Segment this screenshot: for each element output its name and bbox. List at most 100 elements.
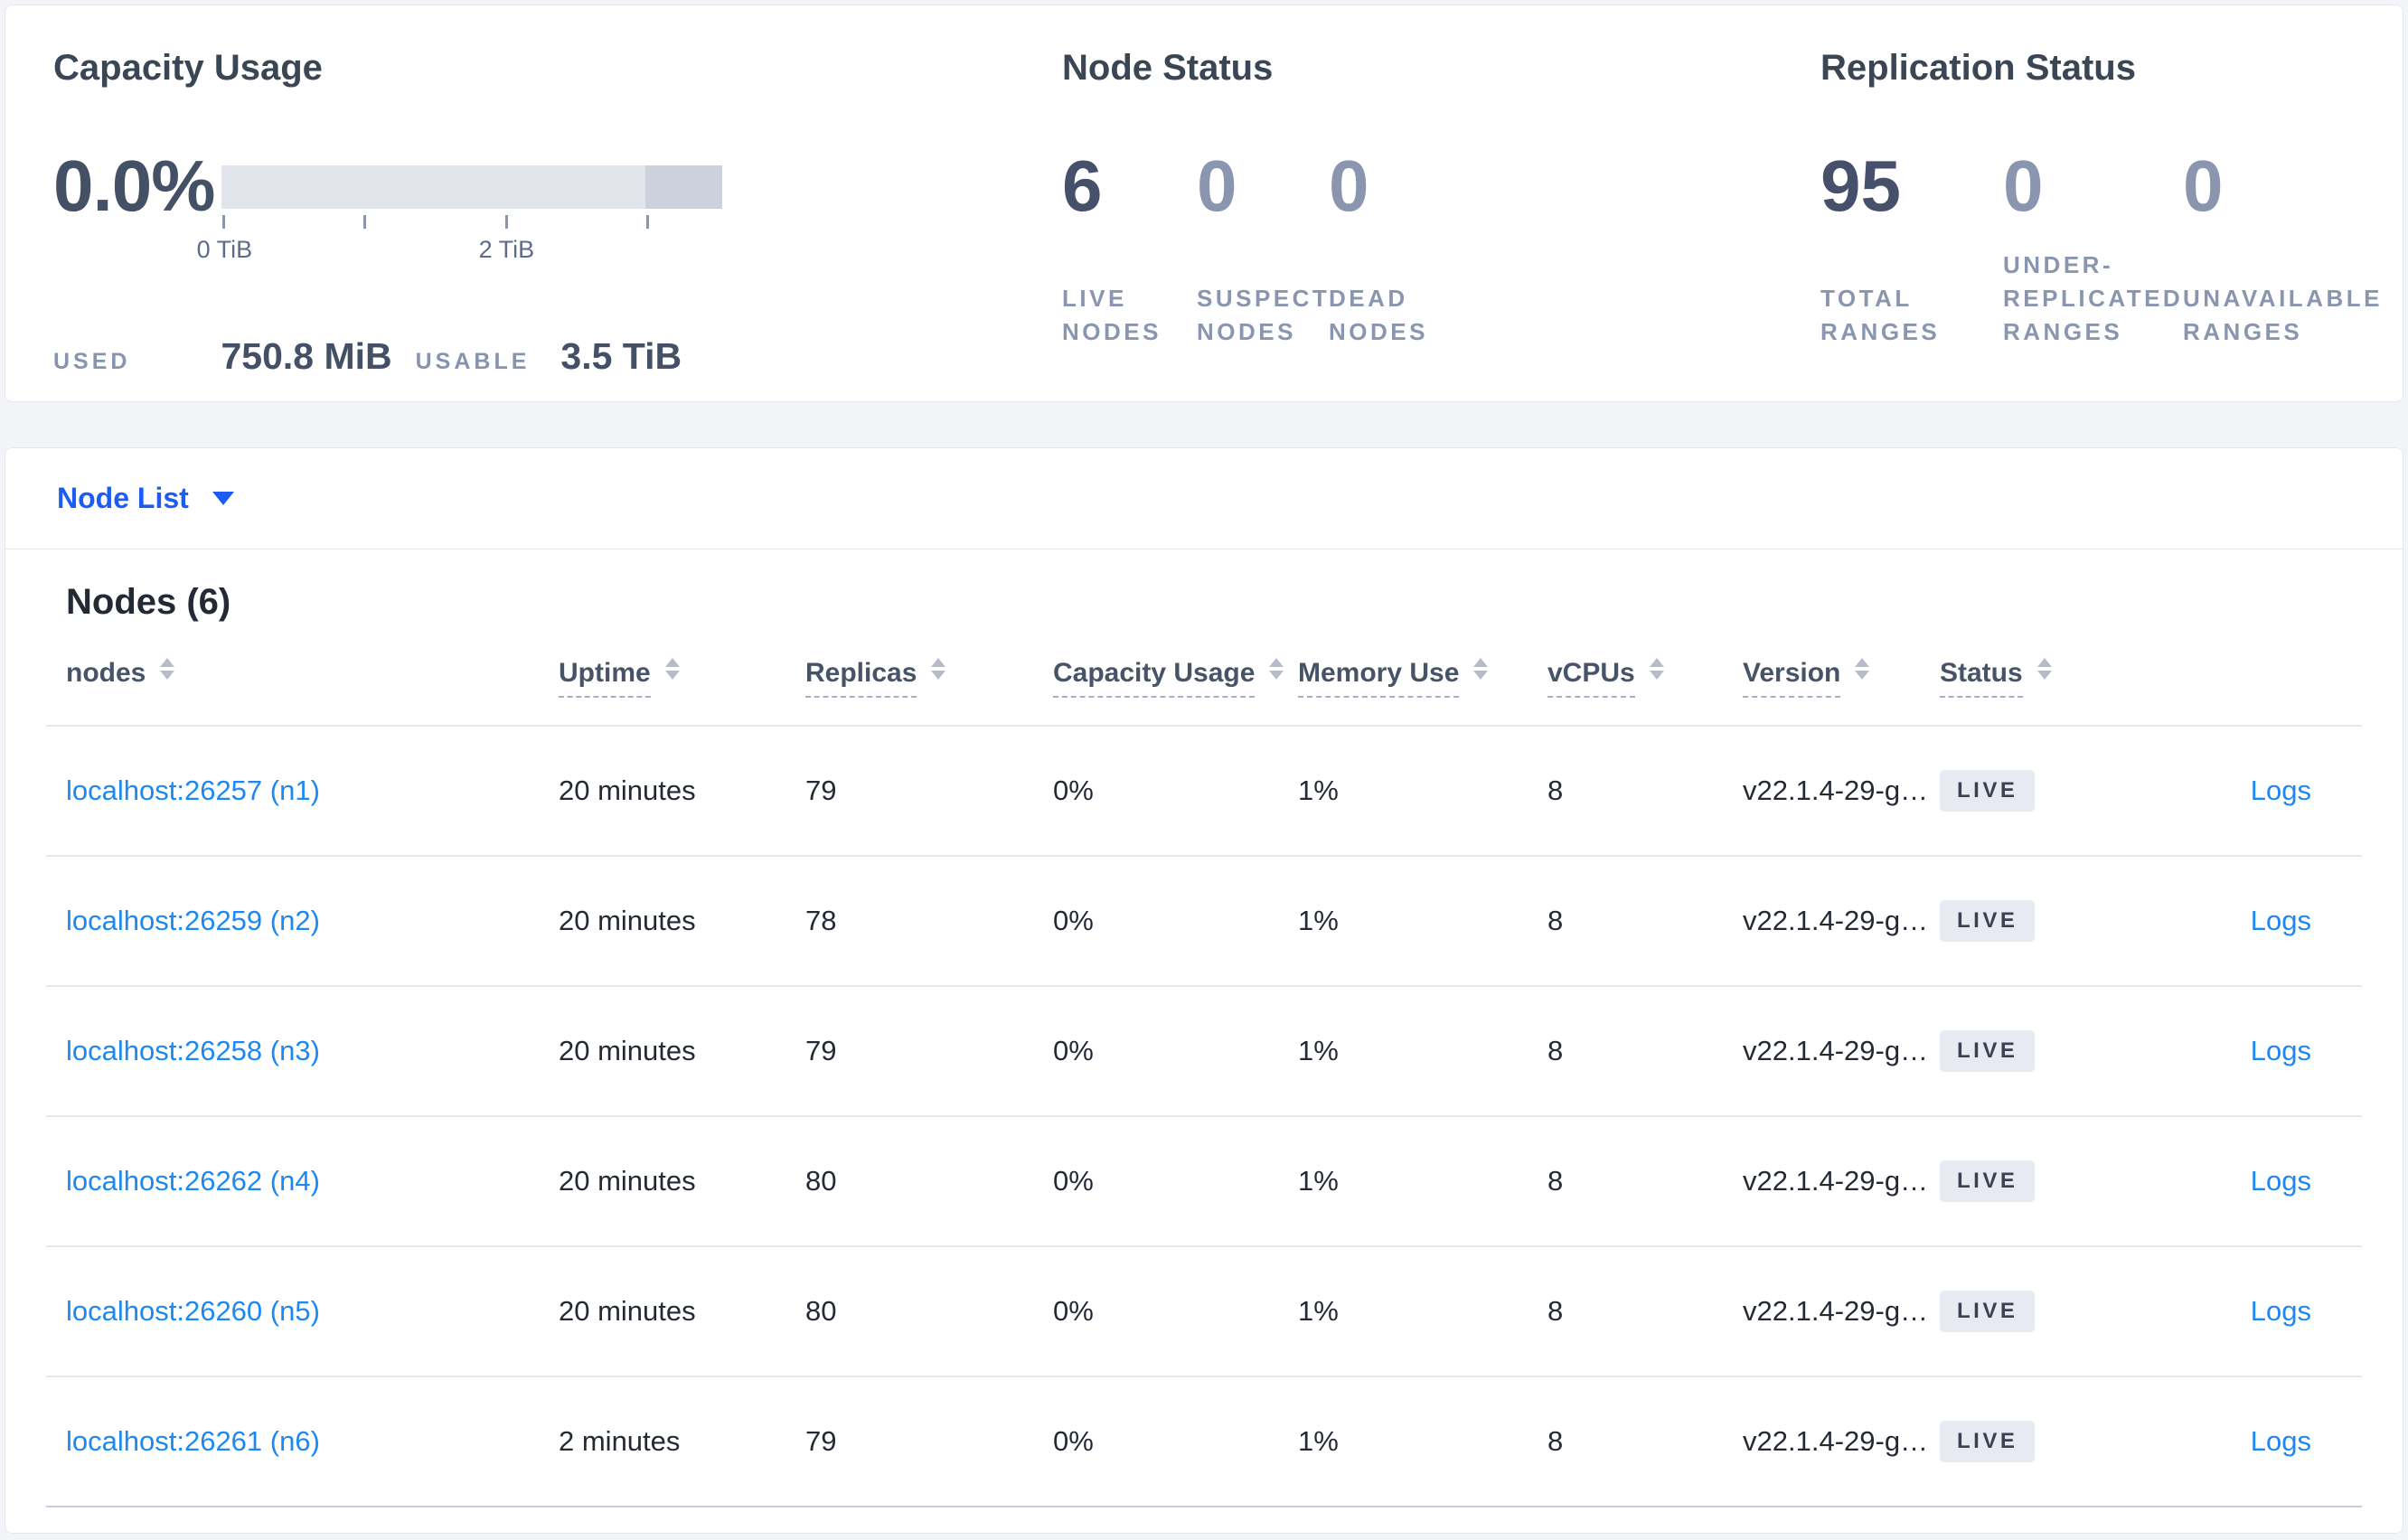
uptime-cell: 20 minutes <box>559 1035 696 1066</box>
node-link[interactable]: localhost:26261 (n6) <box>66 1425 320 1457</box>
logs-link[interactable]: Logs <box>2251 1295 2311 1327</box>
column-header[interactable]: Capacity Usage <box>1053 658 1298 698</box>
status-cell: LIVE <box>1940 1030 2157 1072</box>
node-status-section: Node Status 6 LIVE NODES 0 SUSPECT NODES… <box>1062 47 1428 349</box>
version-cell: v22.1.4-29-g… <box>1743 905 1929 936</box>
axis-tick-label: 2 TiB <box>478 236 535 263</box>
vcpus-cell: 8 <box>1547 775 1564 806</box>
table-row: localhost:26262 (n4) 20 minutes 80 0% 1%… <box>46 1117 2362 1247</box>
nodes-section-heading: Nodes (6) <box>66 582 231 622</box>
logs-link[interactable]: Logs <box>2251 775 2311 806</box>
live-status-badge: LIVE <box>1940 1030 2036 1072</box>
capacity-usage-cell: 0% <box>1053 1165 1094 1197</box>
nodes-panel: Nodes (6) nodes Uptime Replicas Capacity… <box>5 549 2403 1507</box>
replicas-cell: 79 <box>805 1425 837 1457</box>
column-header[interactable]: nodes <box>66 658 559 698</box>
version-cell: v22.1.4-29-g… <box>1743 1165 1929 1197</box>
uptime-cell: 20 minutes <box>559 1295 696 1327</box>
table-row: localhost:26260 (n5) 20 minutes 80 0% 1%… <box>46 1247 2362 1377</box>
capacity-bar-track <box>221 165 723 209</box>
capacity-bar-nonusable-segment <box>645 165 723 209</box>
logs-link[interactable]: Logs <box>2251 1165 2311 1197</box>
usable-label: USABLE <box>415 349 531 374</box>
node-link[interactable]: localhost:26257 (n1) <box>66 775 320 806</box>
uptime-cell: 20 minutes <box>559 1165 696 1197</box>
replicas-cell: 79 <box>805 775 837 806</box>
live-status-badge: LIVE <box>1940 1291 2036 1332</box>
column-header-label: nodes <box>66 658 146 688</box>
logs-link[interactable]: Logs <box>2251 1035 2311 1066</box>
memory-use-cell: 1% <box>1298 1035 1339 1066</box>
sort-icon <box>1269 658 1284 681</box>
column-header[interactable]: Replicas <box>805 658 1053 698</box>
node-link[interactable]: localhost:26259 (n2) <box>66 905 320 936</box>
column-header[interactable]: Version <box>1743 658 1940 698</box>
status-cell: LIVE <box>1940 1160 2157 1202</box>
replication-status-title: Replication Status <box>1820 48 2136 88</box>
column-header[interactable]: vCPUs <box>1547 658 1743 698</box>
replicas-cell: 78 <box>805 905 837 936</box>
total-ranges-count: 95 <box>1820 146 1901 226</box>
table-row: localhost:26258 (n3) 20 minutes 79 0% 1%… <box>46 987 2362 1117</box>
vcpus-cell: 8 <box>1547 1295 1564 1327</box>
logs-link[interactable]: Logs <box>2251 905 2311 936</box>
node-cell: localhost:26261 (n6) <box>66 1425 559 1458</box>
capacity-used-percent: 0.0% <box>53 146 215 226</box>
node-cell: localhost:26260 (n5) <box>66 1295 559 1328</box>
column-header-label: Capacity Usage <box>1053 658 1256 698</box>
uptime-cell: 20 minutes <box>559 905 696 936</box>
table-row: localhost:26257 (n1) 20 minutes 79 0% 1%… <box>46 727 2362 857</box>
table-row: localhost:26259 (n2) 20 minutes 78 0% 1%… <box>46 857 2362 987</box>
sort-icon <box>1649 658 1664 681</box>
capacity-usage-cell: 0% <box>1053 905 1094 936</box>
vcpus-cell: 8 <box>1547 1165 1564 1197</box>
node-list-dropdown-label: Node List <box>57 482 189 514</box>
column-header[interactable]: Uptime <box>559 658 805 698</box>
live-status-badge: LIVE <box>1940 1160 2036 1202</box>
unavailable-ranges-count: 0 <box>2183 146 2224 226</box>
node-list-dropdown[interactable]: Node List <box>5 448 2403 549</box>
column-header[interactable]: Status <box>1940 658 2157 698</box>
replicas-cell: 80 <box>805 1165 837 1197</box>
nodes-table-header: nodes Uptime Replicas Capacity Usage Mem… <box>46 658 2362 727</box>
dead-nodes-stat: 0 DEAD NODES <box>1329 150 1428 349</box>
node-cell: localhost:26258 (n3) <box>66 1035 559 1067</box>
logs-cell: Logs <box>2157 775 2311 807</box>
node-list-card: Node List Nodes (6) nodes Uptime Replica… <box>5 447 2403 1534</box>
sort-icon <box>160 658 175 681</box>
replication-status-section: Replication Status 95 TOTAL RANGES 0 UND… <box>1820 47 2383 349</box>
logs-link[interactable]: Logs <box>2251 1425 2311 1457</box>
dead-nodes-count: 0 <box>1329 146 1369 226</box>
column-header-label: Status <box>1940 658 2023 698</box>
total-ranges-label: TOTAL RANGES <box>1820 285 1941 345</box>
vcpus-cell: 8 <box>1547 1035 1564 1066</box>
axis-tick-label: 0 TiB <box>196 236 253 263</box>
node-cell: localhost:26257 (n1) <box>66 775 559 807</box>
node-status-title: Node Status <box>1062 48 1274 88</box>
under-replicated-ranges-stat: 0 UNDER- REPLICATED RANGES <box>2003 150 2183 349</box>
sort-icon <box>1473 658 1489 681</box>
capacity-usage-section: Capacity Usage 0.0% 0 TiB 2 TiB USED 750… <box>53 47 1011 378</box>
node-link[interactable]: localhost:26258 (n3) <box>66 1035 320 1066</box>
node-link[interactable]: localhost:26260 (n5) <box>66 1295 320 1327</box>
status-cell: LIVE <box>1940 1291 2157 1332</box>
capacity-usage-title: Capacity Usage <box>53 48 323 88</box>
logs-cell: Logs <box>2157 1295 2311 1328</box>
memory-use-cell: 1% <box>1298 1425 1339 1457</box>
version-cell: v22.1.4-29-g… <box>1743 775 1929 806</box>
suspect-nodes-count: 0 <box>1197 146 1237 226</box>
capacity-bar: 0 TiB 2 TiB <box>197 150 723 299</box>
memory-use-cell: 1% <box>1298 775 1339 806</box>
node-link[interactable]: localhost:26262 (n4) <box>66 1165 320 1197</box>
uptime-cell: 2 minutes <box>559 1425 681 1457</box>
column-header-label: Replicas <box>805 658 917 698</box>
replicas-cell: 79 <box>805 1035 837 1066</box>
column-header-label: vCPUs <box>1547 658 1635 698</box>
axis-tick <box>646 215 650 229</box>
capacity-usage-cell: 0% <box>1053 775 1094 806</box>
column-header[interactable]: Memory Use <box>1298 658 1547 698</box>
status-cell: LIVE <box>1940 770 2157 812</box>
nodes-table-body: localhost:26257 (n1) 20 minutes 79 0% 1%… <box>46 727 2362 1507</box>
suspect-nodes-label: SUSPECT NODES <box>1197 285 1331 345</box>
logs-cell: Logs <box>2157 1035 2311 1067</box>
